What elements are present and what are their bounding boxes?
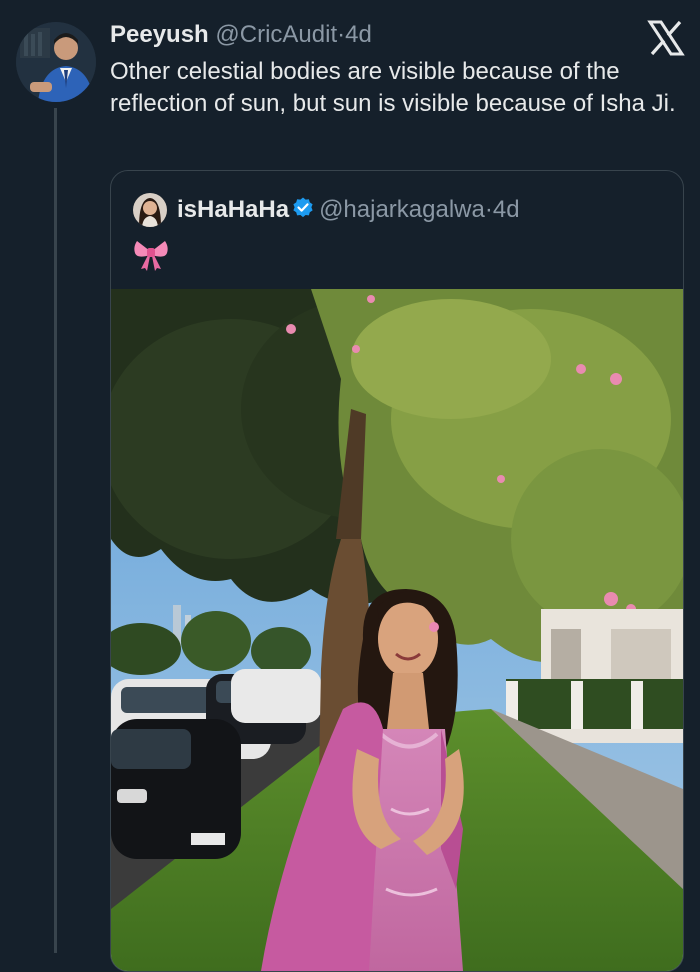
quoted-tweet-card[interactable]: isHaHaHa @hajarkagalwa·4d [110, 170, 684, 972]
quoted-tweet-header: isHaHaHa @hajarkagalwa·4d [177, 195, 520, 225]
person-avatar-icon [16, 22, 96, 102]
header-separator: · [337, 21, 346, 48]
thread-connector-line [54, 108, 57, 953]
x-logo-icon[interactable] [646, 18, 686, 58]
tweet-header: Peeyush @CricAudit·4d [110, 20, 372, 50]
author-avatar[interactable] [16, 22, 96, 102]
quoted-tweet-time[interactable]: 4d [493, 196, 520, 223]
tweet-media-photo[interactable] [111, 289, 683, 971]
quoted-header-separator: · [484, 196, 493, 223]
verified-badge-icon [293, 197, 313, 218]
author-handle[interactable]: @CricAudit [215, 21, 337, 48]
tweet-text: Other celestial bodies are visible becau… [110, 58, 676, 117]
pink-ribbon-bow-icon [134, 241, 168, 271]
tweet-time[interactable]: 4d [345, 21, 372, 48]
quoted-author-name[interactable]: isHaHaHa [177, 196, 289, 223]
quoted-author-handle[interactable]: @hajarkagalwa [319, 196, 485, 223]
quoted-author-avatar[interactable] [133, 193, 167, 227]
person-avatar-icon [133, 193, 167, 227]
author-name[interactable]: Peeyush [110, 21, 209, 48]
